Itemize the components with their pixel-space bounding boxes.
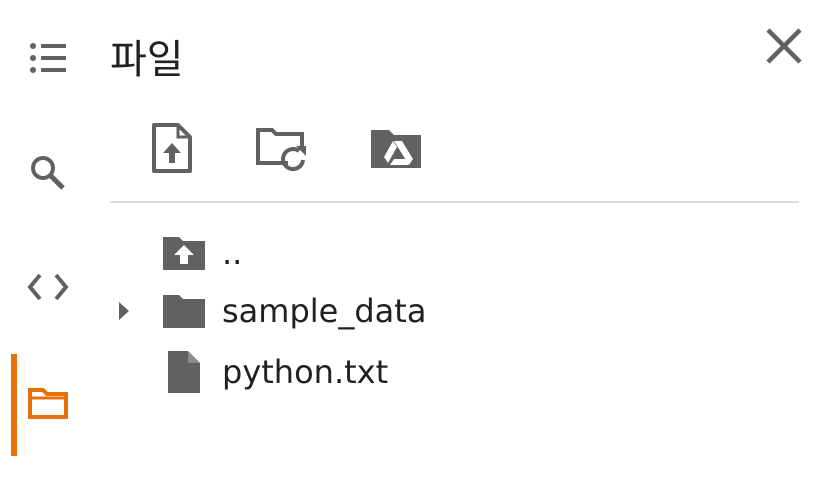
panel-title: 파일	[110, 37, 184, 83]
close-icon	[765, 27, 803, 69]
refresh-button[interactable]	[250, 118, 314, 182]
search-icon	[28, 153, 68, 197]
side-rail	[0, 0, 96, 498]
close-button[interactable]	[758, 22, 810, 74]
file-name: sample_data	[222, 292, 427, 330]
upload-file-button[interactable]	[140, 118, 204, 182]
file-name: ..	[222, 234, 243, 272]
mount-drive-button[interactable]	[364, 118, 428, 182]
file-row-file[interactable]: python.txt	[104, 344, 799, 400]
folder-refresh-icon	[254, 124, 310, 176]
file-name: python.txt	[222, 353, 389, 391]
folder-up-icon	[160, 231, 208, 275]
search-button[interactable]	[14, 145, 82, 205]
drive-folder-icon	[369, 126, 423, 174]
file-icon	[160, 350, 208, 394]
code-icon	[27, 272, 69, 306]
toolbar-divider	[110, 201, 799, 203]
files-button[interactable]	[14, 375, 82, 435]
code-snippets-button[interactable]	[14, 259, 82, 319]
file-row-parent[interactable]: ..	[104, 225, 799, 281]
folder-icon	[160, 289, 208, 333]
table-of-contents-button[interactable]	[14, 30, 82, 90]
file-row-folder[interactable]: sample_data	[104, 283, 799, 339]
folder-icon	[27, 386, 69, 424]
file-upload-icon	[150, 122, 194, 178]
expand-arrow-icon[interactable]	[110, 297, 138, 325]
list-icon	[28, 40, 68, 80]
